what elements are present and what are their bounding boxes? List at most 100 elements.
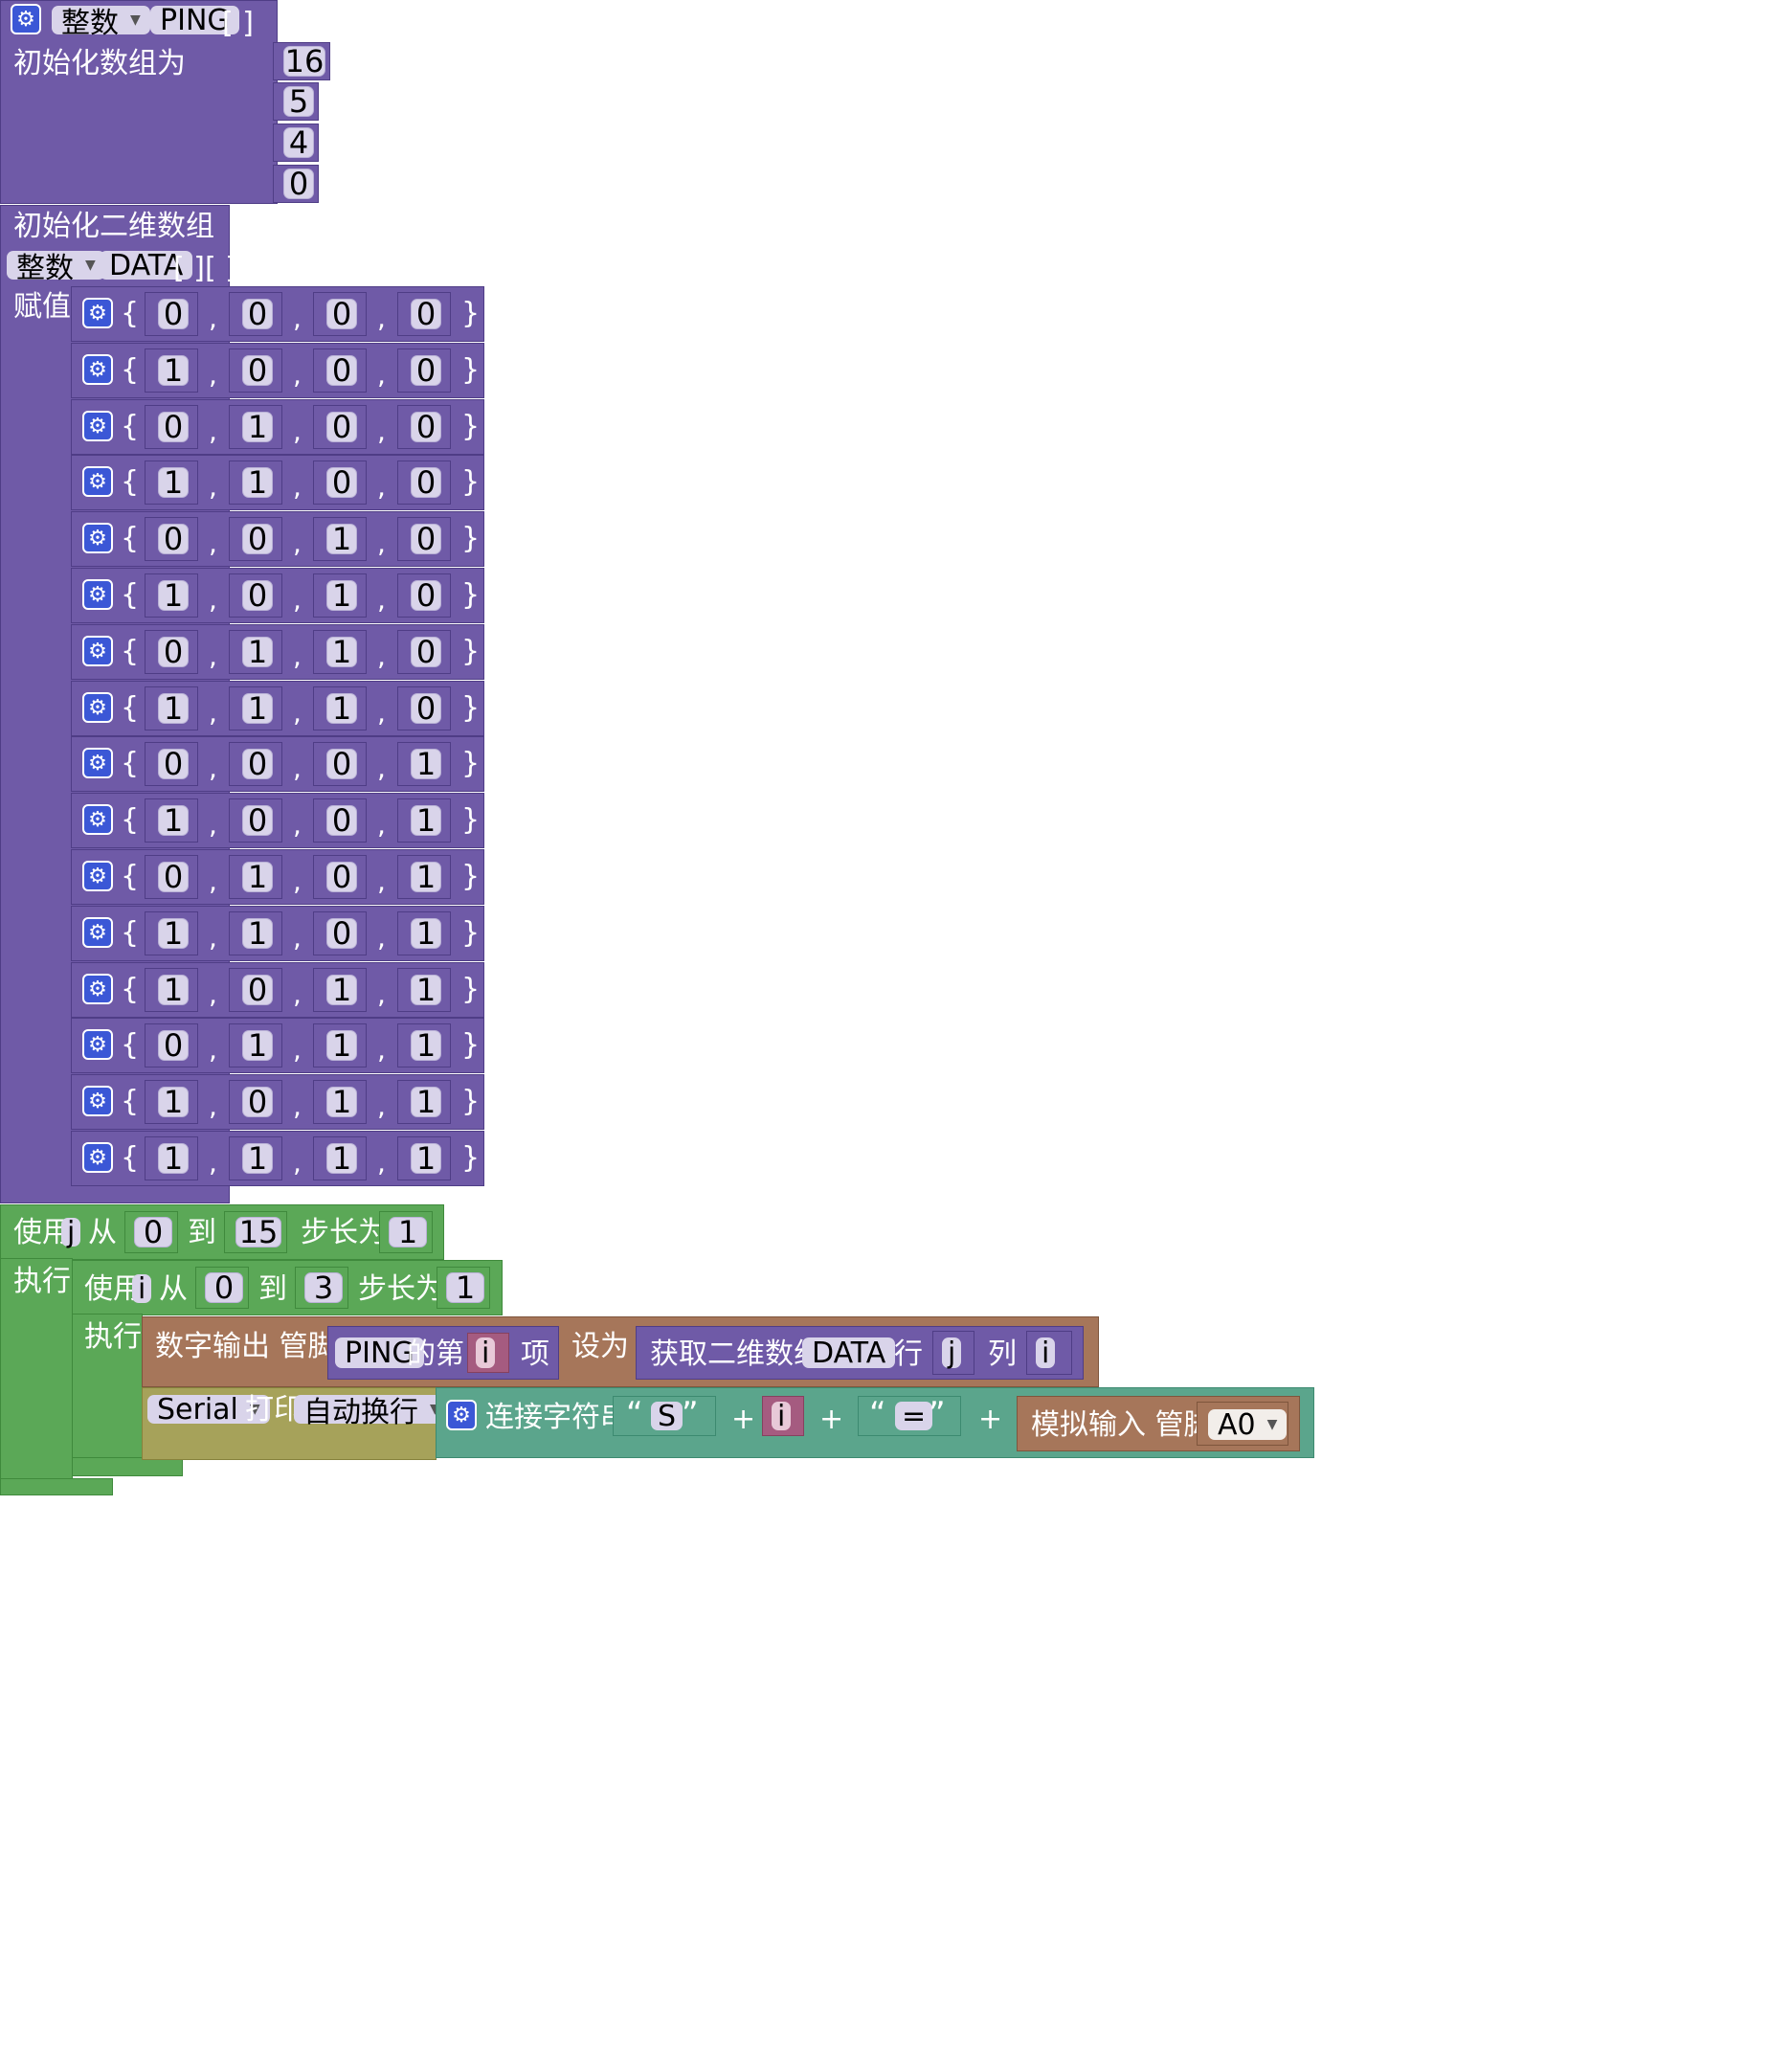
array-cell[interactable]: 0 <box>242 352 273 389</box>
gear-icon[interactable]: ⚙ <box>82 917 113 948</box>
gear-icon[interactable]: ⚙ <box>82 748 113 778</box>
inner-from-value[interactable]: 0 <box>205 1270 243 1306</box>
ping-type-dropdown[interactable]: 整数 ▼ <box>52 6 150 40</box>
array-cell[interactable]: 0 <box>242 972 273 1008</box>
array-cell[interactable]: 1 <box>411 746 441 782</box>
gear-icon[interactable]: ⚙ <box>82 466 113 497</box>
gear-icon[interactable]: ⚙ <box>11 4 41 34</box>
array-cell[interactable]: 0 <box>326 409 357 445</box>
inner-step-value[interactable]: 1 <box>446 1270 484 1306</box>
array-cell[interactable]: 1 <box>158 690 189 727</box>
array-cell[interactable]: 1 <box>326 1140 357 1177</box>
array-cell[interactable]: 1 <box>326 521 357 557</box>
array-cell[interactable]: 1 <box>242 915 273 952</box>
array-cell[interactable]: 1 <box>242 464 273 501</box>
array-cell[interactable]: 1 <box>326 634 357 670</box>
data-type-dropdown[interactable]: 整数 ▼ <box>7 251 105 285</box>
outer-loop-var[interactable]: j <box>61 1216 81 1249</box>
array-cell[interactable]: 1 <box>326 1027 357 1064</box>
array-cell[interactable]: 1 <box>326 577 357 614</box>
array-cell[interactable]: 0 <box>326 352 357 389</box>
array-cell[interactable]: 0 <box>411 352 441 389</box>
string-eq-value[interactable]: = <box>895 1400 933 1433</box>
index-var[interactable]: i <box>476 1337 496 1370</box>
gear-icon[interactable]: ⚙ <box>82 804 113 835</box>
gear-icon[interactable]: ⚙ <box>82 298 113 328</box>
gear-icon[interactable]: ⚙ <box>82 1142 113 1173</box>
array-cell[interactable]: 1 <box>411 1084 441 1120</box>
outer-from-value[interactable]: 0 <box>134 1214 172 1250</box>
string-s-value[interactable]: S <box>651 1400 683 1433</box>
array-cell[interactable]: 1 <box>326 1084 357 1120</box>
array-cell[interactable]: 1 <box>242 859 273 895</box>
gear-icon[interactable]: ⚙ <box>82 1029 113 1060</box>
array-cell[interactable]: 1 <box>158 972 189 1008</box>
analog-pin-dropdown[interactable]: A0 ▼ <box>1208 1408 1288 1442</box>
array-cell[interactable]: 1 <box>326 972 357 1008</box>
array-cell[interactable]: 0 <box>411 521 441 557</box>
array-cell[interactable]: 1 <box>242 1027 273 1064</box>
array-cell[interactable]: 1 <box>242 409 273 445</box>
array-cell[interactable]: 0 <box>411 690 441 727</box>
array-cell[interactable]: 1 <box>411 1027 441 1064</box>
array-cell[interactable]: 0 <box>158 409 189 445</box>
array-cell[interactable]: 0 <box>242 746 273 782</box>
array-cell[interactable]: 1 <box>411 1140 441 1177</box>
array-cell[interactable]: 0 <box>326 859 357 895</box>
array-cell[interactable]: 0 <box>326 802 357 839</box>
ping-value-1[interactable]: 5 <box>283 83 314 120</box>
array-cell[interactable]: 0 <box>158 746 189 782</box>
array-cell[interactable]: 1 <box>326 690 357 727</box>
inner-loop-var[interactable]: i <box>132 1272 152 1306</box>
ping-value-2[interactable]: 4 <box>283 124 314 161</box>
gear-icon[interactable]: ⚙ <box>82 1086 113 1116</box>
array-cell[interactable]: 1 <box>158 352 189 389</box>
array-cell[interactable]: 1 <box>242 1140 273 1177</box>
array-cell[interactable]: 0 <box>158 521 189 557</box>
inner-to-value[interactable]: 3 <box>304 1270 343 1306</box>
array-cell[interactable]: 0 <box>411 296 441 332</box>
array-cell[interactable]: 1 <box>411 972 441 1008</box>
array-cell[interactable]: 0 <box>411 464 441 501</box>
array-cell[interactable]: 0 <box>242 802 273 839</box>
array-cell[interactable]: 0 <box>158 296 189 332</box>
array-cell[interactable]: 1 <box>242 634 273 670</box>
array-cell[interactable]: 1 <box>242 690 273 727</box>
gear-icon[interactable]: ⚙ <box>82 579 113 610</box>
get2d-array-name[interactable]: DATA <box>802 1337 896 1370</box>
gear-icon[interactable]: ⚙ <box>82 692 113 723</box>
outer-to-value[interactable]: 15 <box>235 1214 281 1250</box>
gear-icon[interactable]: ⚙ <box>82 354 113 385</box>
outer-step-value[interactable]: 1 <box>389 1214 427 1250</box>
array-cell[interactable]: 0 <box>411 577 441 614</box>
ping-value-3[interactable]: 0 <box>283 166 314 202</box>
gear-icon[interactable]: ⚙ <box>82 523 113 553</box>
row-var[interactable]: j <box>942 1337 962 1370</box>
array-cell[interactable]: 0 <box>411 634 441 670</box>
gear-icon[interactable]: ⚙ <box>82 974 113 1004</box>
gear-icon[interactable]: ⚙ <box>82 411 113 441</box>
array-cell[interactable]: 0 <box>242 1084 273 1120</box>
array-cell[interactable]: 0 <box>326 464 357 501</box>
array-cell[interactable]: 0 <box>242 577 273 614</box>
array-cell[interactable]: 0 <box>242 296 273 332</box>
array-cell[interactable]: 1 <box>411 802 441 839</box>
array-cell[interactable]: 1 <box>411 859 441 895</box>
ping-value-0[interactable]: 16 <box>283 43 325 79</box>
array-cell[interactable]: 0 <box>326 746 357 782</box>
array-cell[interactable]: 1 <box>158 1084 189 1120</box>
array-cell[interactable]: 0 <box>326 915 357 952</box>
array-cell[interactable]: 0 <box>326 296 357 332</box>
var-i[interactable]: i <box>772 1400 792 1433</box>
array-cell[interactable]: 1 <box>158 915 189 952</box>
print-mode-dropdown[interactable]: 自动换行 ▼ <box>294 1395 450 1429</box>
gear-icon[interactable]: ⚙ <box>82 861 113 891</box>
array-cell[interactable]: 1 <box>158 1140 189 1177</box>
array-cell[interactable]: 1 <box>158 464 189 501</box>
array-cell[interactable]: 0 <box>158 1027 189 1064</box>
array-cell[interactable]: 0 <box>242 521 273 557</box>
array-cell[interactable]: 1 <box>411 915 441 952</box>
gear-icon[interactable]: ⚙ <box>82 636 113 666</box>
array-cell[interactable]: 1 <box>158 802 189 839</box>
array-cell[interactable]: 1 <box>158 577 189 614</box>
